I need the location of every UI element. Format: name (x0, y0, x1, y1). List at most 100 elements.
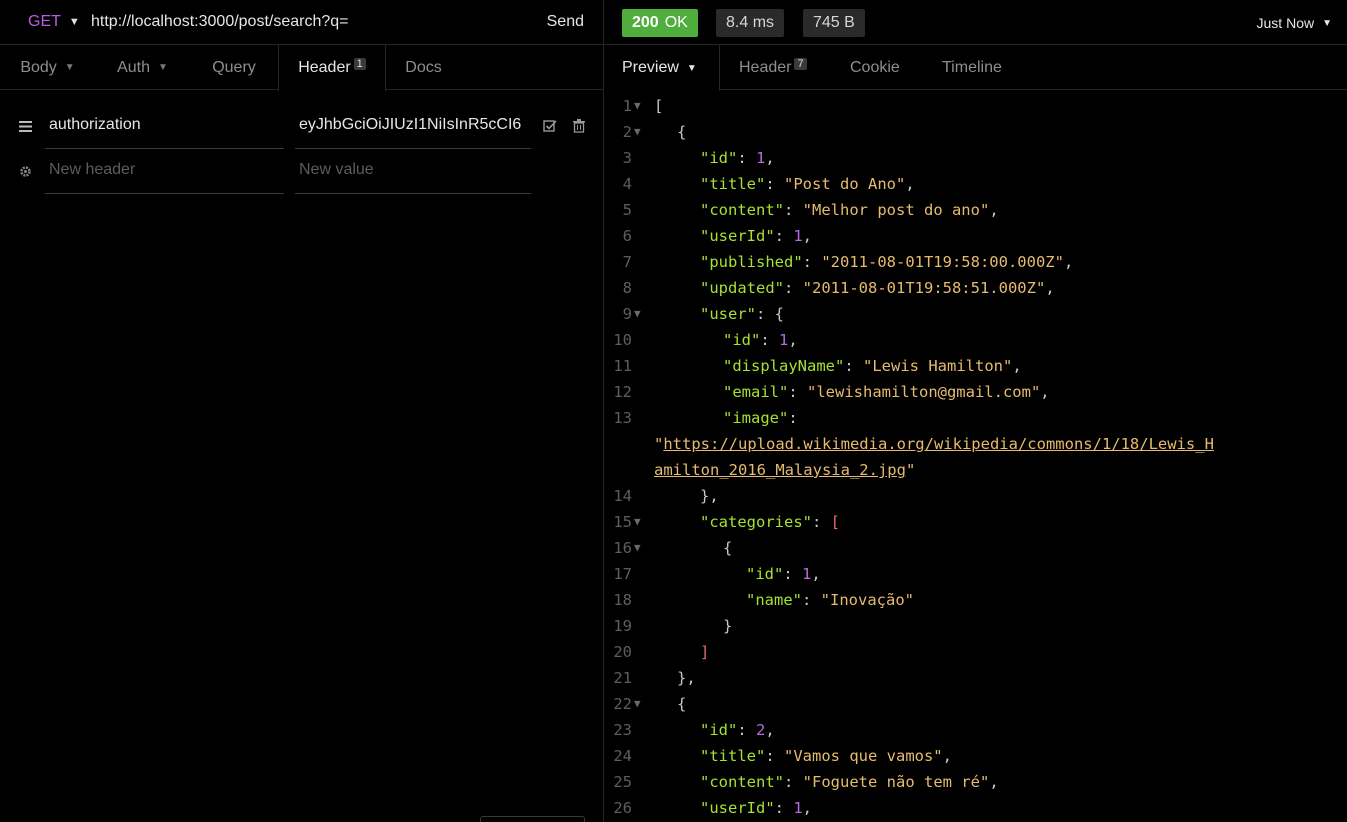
code-text: "displayName": "Lewis Hamilton", (723, 353, 1022, 379)
method-dropdown[interactable]: GET ▼ (28, 13, 80, 31)
code-token: : (811, 513, 831, 531)
send-button[interactable]: Send (547, 13, 584, 31)
code-line: 19} (604, 613, 1347, 639)
fold-toggle-icon[interactable]: ▼ (634, 509, 641, 535)
tab-body[interactable]: Body ▼ (0, 45, 95, 90)
line-number: 25 (613, 773, 632, 791)
code-line: "https://upload.wikimedia.org/wikipedia/… (604, 431, 1347, 457)
trash-icon[interactable] (572, 119, 586, 133)
code-token: "id" (746, 565, 784, 583)
line-number: 12 (613, 383, 632, 401)
history-label: Just Now (1256, 15, 1315, 31)
line-number: 17 (613, 565, 632, 583)
code-token: 1 (802, 565, 812, 583)
code-token: }, (677, 669, 696, 687)
fold-toggle-icon[interactable]: ▼ (634, 535, 641, 561)
history-dropdown[interactable]: Just Now ▼ (1257, 15, 1332, 31)
code-token: , (1045, 279, 1055, 297)
tab-header[interactable]: Header 1 (278, 45, 386, 91)
tab-query[interactable]: Query (190, 45, 278, 90)
line-number: 15 (613, 513, 632, 531)
tab-preview[interactable]: Preview ▼ (604, 45, 720, 91)
code-token: "Inovação" (820, 591, 914, 609)
code-text: { (723, 535, 732, 561)
bottom-button-edge[interactable] (480, 816, 585, 822)
code-line: 15 ▼ "categories": [ (604, 509, 1347, 535)
tab-query-label: Query (212, 58, 256, 76)
code-text: } (723, 613, 732, 639)
fold-toggle-icon[interactable]: ▼ (634, 93, 641, 119)
fold-toggle-icon[interactable]: ▼ (634, 119, 641, 145)
code-token: : (784, 773, 803, 791)
code-token: { (677, 695, 687, 713)
tab-docs[interactable]: Docs (386, 45, 461, 90)
code-token: : (784, 201, 803, 219)
chevron-down-icon: ▼ (158, 62, 168, 73)
code-token: 1 (793, 227, 803, 245)
code-token: : (765, 175, 784, 193)
drag-handle-icon[interactable] (17, 118, 33, 134)
code-line: 1 ▼ [ (604, 93, 1347, 119)
url-link[interactable]: amilton_2016_Malaysia_2.jpg (654, 461, 906, 479)
tab-body-label: Body (20, 58, 57, 76)
header-count-badge: 1 (353, 58, 366, 70)
tab-cookie[interactable]: Cookie (831, 45, 919, 90)
code-text: "name": "Inovação" (746, 587, 914, 613)
code-token: , (989, 201, 999, 219)
header-name-input[interactable]: authorization (45, 104, 284, 149)
url-input[interactable] (91, 13, 521, 31)
url-link[interactable]: https://upload.wikimedia.org/wikipedia/c… (663, 435, 1214, 453)
code-line: 10 "id": 1, (604, 327, 1347, 353)
status-badge: 200 OK (622, 9, 698, 37)
code-token: , (905, 175, 915, 193)
line-number: 26 (613, 799, 632, 817)
fold-toggle-icon[interactable]: ▼ (634, 301, 641, 327)
line-number: 19 (613, 617, 632, 635)
code-token: "userId" (700, 227, 775, 245)
new-value-input[interactable]: New value (295, 149, 531, 194)
code-line: 12 "email": "lewishamilton@gmail.com", (604, 379, 1347, 405)
tab-response-header[interactable]: Header 7 (720, 45, 831, 90)
code-text: }, (700, 483, 719, 509)
code-text: }, (677, 665, 696, 691)
code-token: : (756, 305, 775, 323)
code-token: { (677, 123, 687, 141)
method-label: GET (28, 13, 61, 30)
code-token: : (783, 565, 802, 583)
response-time-badge: 8.4 ms (716, 9, 785, 37)
new-header-input[interactable]: New header (45, 149, 284, 194)
code-text: "updated": "2011-08-01T19:58:51.000Z", (700, 275, 1055, 301)
code-line: 20] (604, 639, 1347, 665)
code-token: 1 (793, 799, 803, 817)
code-token: : (760, 331, 779, 349)
code-token: , (802, 227, 813, 245)
header-row: authorization eyJhbGciOiJIUzI1NiIsInR5cC… (0, 104, 603, 149)
response-pane: 200 OK 8.4 ms 745 B Just Now ▼ Preview ▼… (604, 0, 1347, 822)
code-text: ] (700, 639, 709, 665)
line-number: 20 (613, 643, 632, 661)
code-token: "email" (723, 383, 789, 401)
checkbox-checked-icon[interactable] (543, 119, 557, 133)
response-json-viewer[interactable]: 1 ▼[2 ▼{3 "id": 1, 4 "title": "Post do Ano", 5… (604, 93, 1347, 822)
code-token: "name" (746, 591, 802, 609)
line-number: 11 (613, 357, 632, 375)
request-tabs: Body ▼ Auth ▼ Query Header 1 Docs (0, 45, 603, 91)
code-token: "displayName" (723, 357, 845, 375)
gear-icon (17, 163, 33, 179)
header-value-input[interactable]: eyJhbGciOiJIUzI1NiIsInR5cCI6 (295, 104, 531, 149)
line-number: 1 (622, 97, 632, 115)
code-text: "title": "Post do Ano", (700, 171, 915, 197)
code-line: 7 "published": "2011-08-01T19:58:00.000Z"… (604, 249, 1347, 275)
code-token: , (1012, 357, 1022, 375)
code-token: "content" (700, 201, 784, 219)
tab-auth[interactable]: Auth ▼ (95, 45, 190, 90)
code-token: , (942, 747, 952, 765)
fold-toggle-icon[interactable]: ▼ (634, 691, 641, 717)
line-number: 4 (622, 175, 632, 193)
tab-timeline[interactable]: Timeline (919, 45, 1019, 90)
code-token: : (737, 721, 756, 739)
line-number: 13 (613, 409, 632, 427)
code-token: : (802, 591, 821, 609)
code-line: 22 ▼ { (604, 691, 1347, 717)
code-token: : (788, 409, 798, 427)
